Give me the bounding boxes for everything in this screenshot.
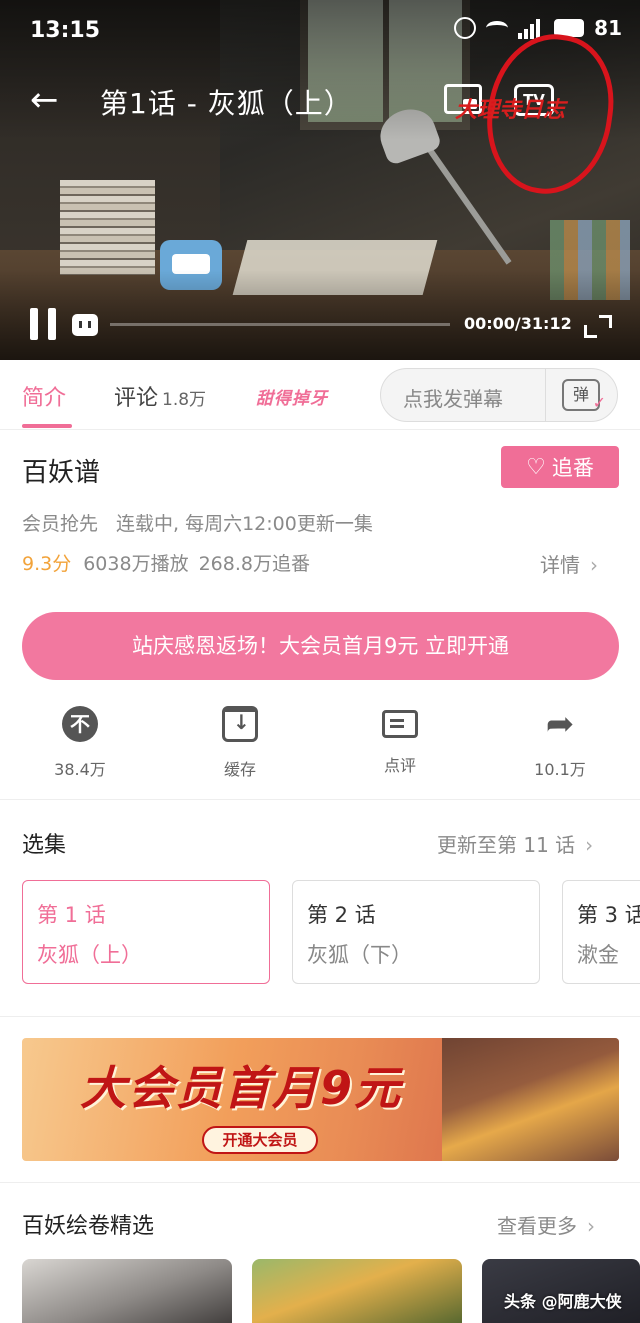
meta-vip: 会员抢先 [22, 513, 99, 535]
gallery-title: 百妖绘卷精选 [22, 1214, 155, 1239]
vip-promo-button[interactable]: 站庆感恩返场！大会员首月9元 立即开通 [22, 612, 619, 680]
time-readout: 00:00/31:12 [464, 314, 572, 333]
scene-book-stack [60, 180, 155, 275]
cache-action[interactable]: 缓存 [180, 706, 300, 780]
status-time: 13:15 [30, 18, 101, 43]
tab-bar: 简介 评论 1.8万 甜得掉牙 点我发弹幕 弹 [0, 360, 640, 430]
review-label: 点评 [383, 756, 416, 775]
episode-name: 灰狐（下） [307, 943, 412, 967]
review-icon [382, 710, 418, 738]
show-stats: 9.3分 6038万播放 268.8万追番 [22, 549, 310, 576]
ad-art-text: 大理寺日志 [455, 98, 566, 123]
detail-link[interactable]: 详情 › [540, 549, 598, 578]
show-meta: 会员抢先 连载中, 每周六12:00更新一集 [22, 509, 391, 536]
coin-action[interactable]: 不 38.4万 [20, 706, 140, 780]
play-count: 6038万播放 [83, 553, 189, 575]
episode-number: 第 2 话 [307, 903, 376, 927]
tab-comments[interactable]: 评论 1.8万 [114, 380, 206, 412]
danmaku-settings-button[interactable]: 弹 [545, 369, 617, 421]
score: 9.3分 [22, 553, 72, 575]
episode-card-2[interactable]: 第 2 话 灰狐（下） [292, 880, 540, 984]
show-title: 百妖谱 [22, 458, 101, 488]
chevron-right-icon: › [590, 553, 598, 577]
gallery-more-link[interactable]: 查看更多 › [497, 1210, 595, 1239]
back-arrow-icon[interactable]: ← [30, 82, 70, 118]
action-row: 不 38.4万 缓存 点评 ➦ 10.1万 [0, 700, 640, 800]
section-divider [0, 1016, 640, 1017]
promo-tag[interactable]: 甜得掉牙 [256, 384, 328, 409]
episode-name: 漱金 [577, 943, 619, 967]
share-icon: ➦ [545, 704, 575, 744]
gallery-thumbnail[interactable] [252, 1259, 462, 1323]
cache-label: 缓存 [223, 760, 256, 779]
fullscreen-icon[interactable] [584, 312, 612, 338]
detail-label: 详情 [540, 553, 580, 577]
follow-button[interactable]: ♡ 追番 [501, 446, 619, 488]
danmaku-input[interactable]: 点我发弹幕 弹 [380, 368, 618, 422]
review-action[interactable]: 点评 [340, 706, 460, 776]
watermark: 头条 @阿鹿大侠 [504, 1292, 622, 1311]
danmaku-placeholder: 点我发弹幕 [403, 387, 503, 411]
battery-level: 81 [594, 16, 622, 40]
share-action[interactable]: ➦ 10.1万 [500, 706, 620, 780]
episode-number: 第 1 话 [37, 903, 106, 927]
cache-icon [222, 706, 258, 742]
gallery-more-label: 查看更多 [497, 1214, 577, 1238]
pause-icon[interactable] [30, 308, 56, 340]
episode-name: 灰狐（上） [37, 943, 142, 967]
video-title: 第1话 - 灰狐（上） [100, 87, 353, 120]
follower-count: 268.8万追番 [198, 553, 310, 575]
player-controls: 00:00/31:12 [0, 300, 640, 350]
follow-label: 追番 [551, 456, 594, 480]
chevron-right-icon: › [587, 1214, 595, 1238]
danmaku-toggle-icon[interactable] [72, 314, 98, 336]
ad-cta-button[interactable]: 开通大会员 [202, 1126, 318, 1154]
section-divider [0, 1182, 640, 1183]
chevron-right-icon: › [585, 833, 594, 857]
active-tab-indicator [22, 424, 72, 428]
progress-bar[interactable] [110, 323, 450, 326]
episode-number: 第 3 话 [577, 903, 640, 927]
wifi-icon [486, 21, 509, 35]
episodes-more-link[interactable]: 更新至第 11 话 › [437, 829, 593, 858]
episode-card-3[interactable]: 第 3 话 漱金 [562, 880, 640, 984]
coin-icon: 不 [62, 706, 98, 742]
coin-count: 38.4万 [54, 760, 106, 779]
vip-ad-banner[interactable]: 大会员首月9元 开通大会员 [22, 1038, 619, 1161]
tab-intro[interactable]: 简介 [22, 380, 66, 412]
tab-comments-count: 1.8万 [162, 390, 207, 410]
share-count: 10.1万 [534, 760, 586, 779]
episodes-update-status: 更新至第 11 话 [437, 833, 576, 857]
heart-icon: ♡ [526, 454, 546, 480]
tab-comments-label: 评论 [114, 386, 159, 411]
danmaku-badge-icon: 弹 [562, 379, 606, 417]
ad-headline: 大会员首月9元 [80, 1061, 403, 1115]
meta-schedule: 连载中, 每周六12:00更新一集 [116, 513, 373, 535]
episode-card-1[interactable]: 第 1 话 灰狐（上） [22, 880, 270, 984]
ad-character-art [442, 1038, 619, 1161]
alarm-icon [454, 17, 477, 39]
gallery-thumbnail[interactable] [22, 1259, 232, 1323]
episodes-title: 选集 [22, 833, 67, 858]
